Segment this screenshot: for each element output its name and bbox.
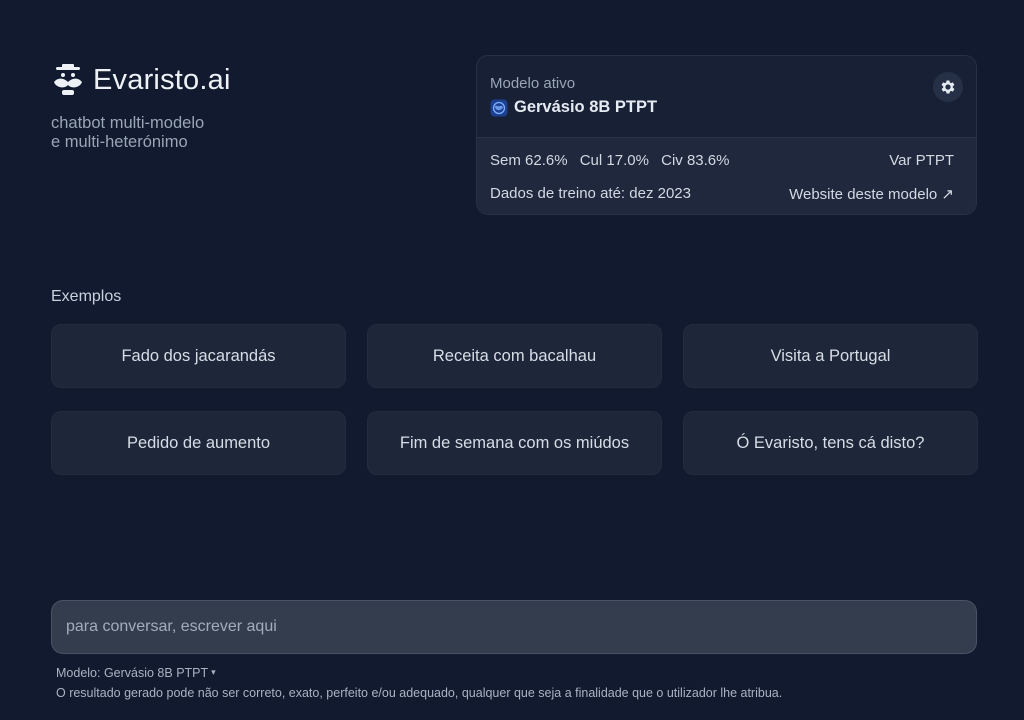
model-card-details: Sem 62.6% Cul 17.0% Civ 83.6% Var PTPT D…: [477, 137, 976, 214]
mustache-hat-icon: [54, 64, 82, 95]
gear-icon: [941, 80, 955, 94]
model-stats-row: Sem 62.6% Cul 17.0% Civ 83.6% Var PTPT: [490, 152, 954, 169]
tagline-line-2: e multi-heterónimo: [51, 133, 188, 151]
model-card-header: Modelo ativo Gervásio 8B PTPT: [477, 56, 976, 137]
app-page: Evaristo.ai chatbot multi-modelo e multi…: [0, 0, 1024, 720]
example-card[interactable]: Ó Evaristo, tens cá disto?: [683, 411, 978, 475]
example-card[interactable]: Fado dos jacarandás: [51, 324, 346, 388]
example-card[interactable]: Pedido de aumento: [51, 411, 346, 475]
chevron-down-icon: ▾: [211, 667, 216, 677]
training-data-cutoff: Dados de treino até: dez 2023: [490, 185, 691, 202]
example-card[interactable]: Receita com bacalhau: [367, 324, 662, 388]
active-model-name: Gervásio 8B PTPT: [514, 98, 658, 116]
stat-cul: Cul 17.0%: [579, 152, 649, 169]
stat-civ: Civ 83.6%: [661, 152, 730, 169]
examples-heading: Exemplos: [51, 288, 122, 305]
brand-row: Evaristo.ai: [51, 60, 411, 100]
stat-var: Var PTPT: [889, 152, 954, 169]
disclaimer-text: O resultado gerado pode não ser correto,…: [56, 686, 783, 700]
brand-block: Evaristo.ai chatbot multi-modelo e multi…: [51, 60, 411, 152]
model-name-row: Gervásio 8B PTPT: [490, 98, 976, 117]
model-selector[interactable]: Modelo: Gervásio 8B PTPT ▾: [56, 666, 216, 680]
tagline: chatbot multi-modelo e multi-heterónimo: [51, 114, 411, 152]
active-model-label: Modelo ativo: [490, 75, 576, 92]
brand-name: Evaristo.ai: [93, 63, 231, 96]
globe-icon: [490, 99, 508, 116]
chat-input[interactable]: [51, 600, 977, 654]
stat-sem: Sem 62.6%: [490, 152, 568, 169]
example-card[interactable]: Visita a Portugal: [683, 324, 978, 388]
model-selector-label: Modelo: Gervásio 8B PTPT: [56, 666, 209, 680]
example-card[interactable]: Fim de semana com os miúdos: [367, 411, 662, 475]
tagline-line-1: chatbot multi-modelo: [51, 114, 205, 132]
model-stats: Sem 62.6% Cul 17.0% Civ 83.6%: [490, 152, 737, 169]
model-info-row: Dados de treino até: dez 2023 Website de…: [490, 185, 954, 203]
model-website-link[interactable]: Website deste modelo ↗: [789, 185, 954, 203]
settings-button[interactable]: [933, 72, 963, 102]
active-model-card: Modelo ativo Gervásio 8B PTPT Sem 62.6%: [476, 55, 977, 215]
